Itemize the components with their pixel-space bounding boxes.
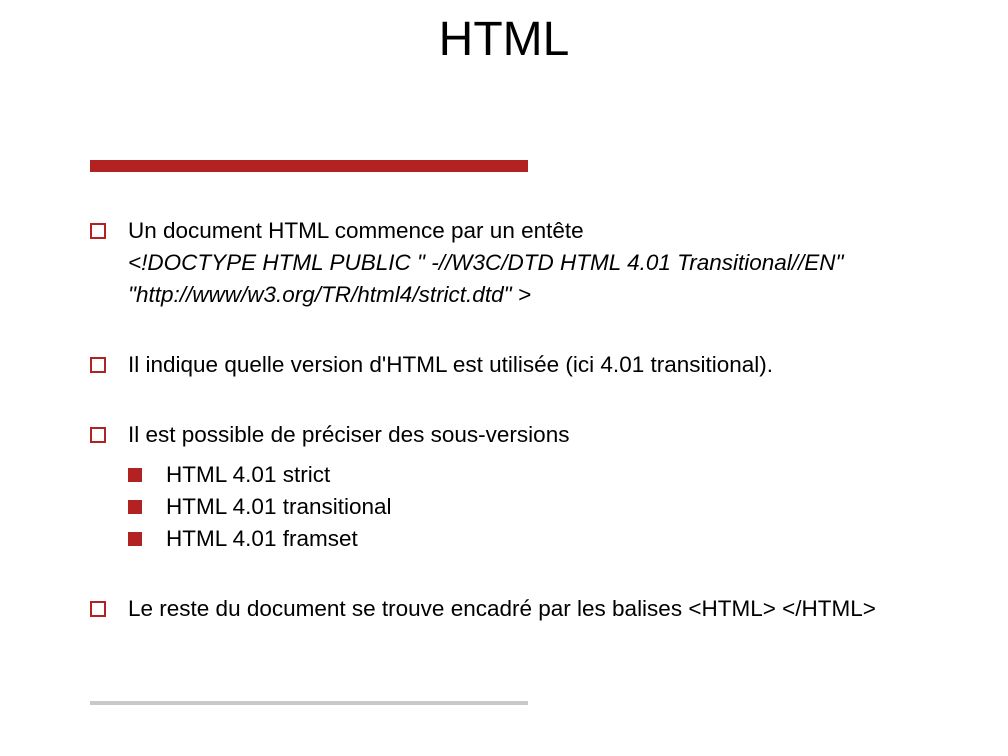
sub-bullet-text: HTML 4.01 strict bbox=[166, 459, 330, 491]
sub-bullet-1: HTML 4.01 strict bbox=[128, 459, 970, 491]
checkbox-icon bbox=[90, 427, 106, 443]
sub-bullet-2: HTML 4.01 transitional bbox=[128, 491, 970, 523]
accent-bar bbox=[90, 160, 528, 172]
sub-bullet-text: HTML 4.01 transitional bbox=[166, 491, 392, 523]
bullet-text: Le reste du document se trouve encadré p… bbox=[128, 593, 876, 625]
slide-title: HTML bbox=[0, 12, 1008, 67]
sub-bullet-3: HTML 4.01 framset bbox=[128, 523, 970, 555]
checkbox-icon bbox=[90, 601, 106, 617]
footer-bar bbox=[90, 701, 528, 705]
bullet-item-4: Le reste du document se trouve encadré p… bbox=[90, 593, 970, 625]
slide: HTML Un document HTML commence par un en… bbox=[0, 0, 1008, 756]
bullet-item-1: Un document HTML commence par un entête bbox=[90, 215, 970, 247]
checkbox-icon bbox=[90, 357, 106, 373]
bullet-text: Il indique quelle version d'HTML est uti… bbox=[128, 349, 773, 381]
square-icon bbox=[128, 532, 142, 546]
square-icon bbox=[128, 468, 142, 482]
bullet-text: Un document HTML commence par un entête bbox=[128, 215, 584, 247]
bullet-text: Il est possible de préciser des sous-ver… bbox=[128, 419, 569, 451]
doctype-line-2: "http://www/w3.org/TR/html4/strict.dtd" … bbox=[128, 279, 970, 311]
bullet-item-3: Il est possible de préciser des sous-ver… bbox=[90, 419, 970, 451]
bullet-item-2: Il indique quelle version d'HTML est uti… bbox=[90, 349, 970, 381]
doctype-line-1: <!DOCTYPE HTML PUBLIC " -//W3C/DTD HTML … bbox=[128, 247, 970, 279]
square-icon bbox=[128, 500, 142, 514]
checkbox-icon bbox=[90, 223, 106, 239]
slide-content: Un document HTML commence par un entête … bbox=[90, 215, 970, 624]
sub-bullet-text: HTML 4.01 framset bbox=[166, 523, 358, 555]
